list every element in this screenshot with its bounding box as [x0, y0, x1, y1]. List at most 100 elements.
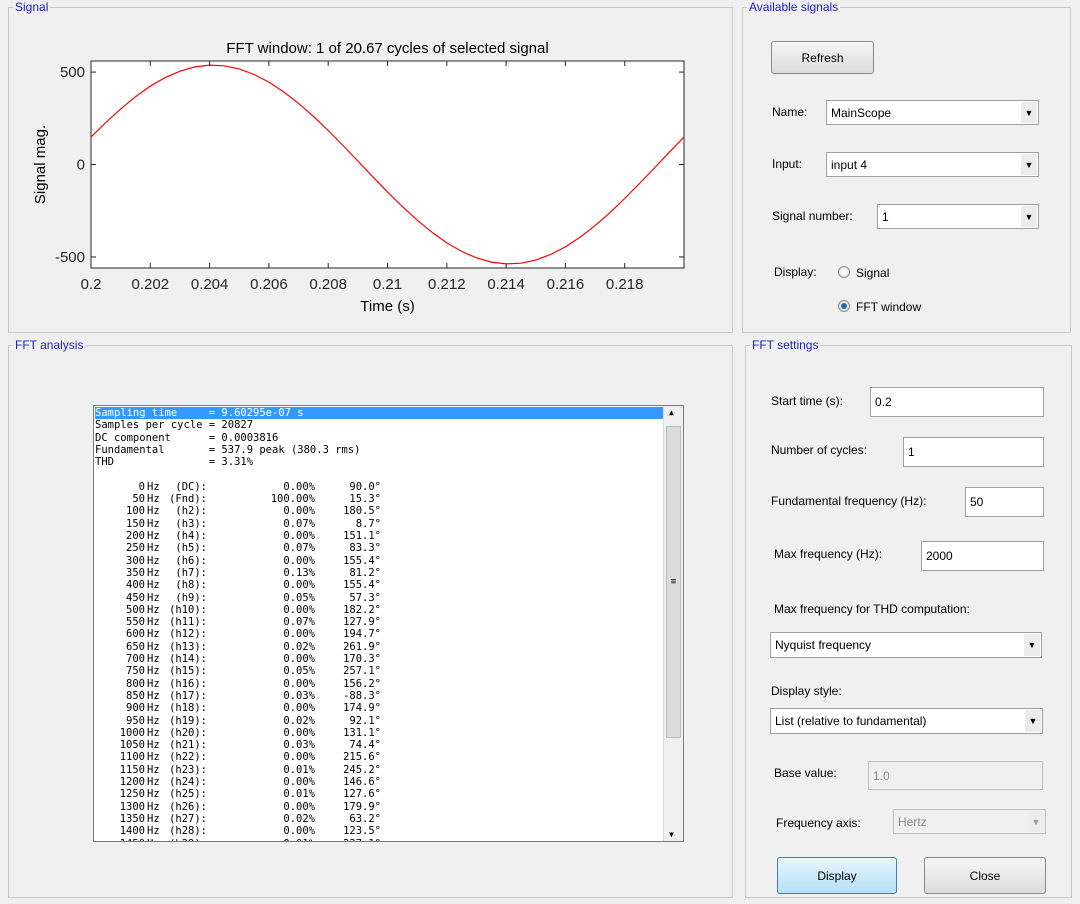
harmonic-unit: Hz [147, 726, 160, 739]
display-style-select[interactable]: List (relative to fundamental) ▼ [770, 708, 1043, 734]
header-line[interactable]: Sampling time = 9.60295e-07 s [95, 407, 663, 420]
harmonic-magnitude: 0.00% [283, 800, 315, 813]
harmonic-row[interactable]: 500 Hz (h10): 0.00% 182.2° [95, 604, 663, 616]
fundamental-frequency-input[interactable]: 50 [965, 487, 1044, 517]
harmonic-row[interactable]: 0 Hz (DC): 0.00% 90.0° [95, 481, 663, 493]
chevron-down-icon[interactable]: ▼ [1028, 811, 1044, 832]
signal-chart: FFT window: 1 of 20.67 cycles of selecte… [32, 40, 685, 315]
scroll-thumb[interactable]: ≡ [666, 426, 681, 738]
harmonic-row[interactable]: 300 Hz (h6): 0.00% 155.4° [95, 555, 663, 567]
harmonic-row[interactable]: 700 Hz (h14): 0.00% 170.3° [95, 653, 663, 665]
x-tick-label: 0.218 [606, 276, 644, 293]
harmonic-order: (h29): [165, 838, 207, 842]
x-tick-label: 0.21 [373, 276, 402, 293]
harmonic-row[interactable]: 350 Hz (h7): 0.13% 81.2° [95, 567, 663, 579]
harmonic-unit: Hz [147, 788, 160, 801]
harmonic-unit: Hz [147, 838, 167, 842]
harmonic-freq: 250 [126, 542, 145, 555]
close-button[interactable]: Close [924, 857, 1046, 894]
harmonic-freq: 150 [126, 517, 145, 530]
harmonic-freq: 350 [126, 566, 145, 579]
harmonic-row[interactable]: 50 Hz (Fnd): 100.00% 15.3° [95, 493, 663, 505]
harmonic-magnitude: 0.03% [283, 739, 315, 752]
radio-signal[interactable] [838, 266, 850, 278]
radio-signal-label[interactable]: Signal [856, 266, 889, 280]
harmonic-row[interactable]: 100 Hz (h2): 0.00% 180.5° [95, 505, 663, 517]
harmonic-row[interactable]: 150 Hz (h3): 0.07% 8.7° [95, 518, 663, 530]
harmonic-magnitude: 0.00% [283, 505, 315, 518]
harmonic-unit: Hz [147, 751, 160, 764]
header-line[interactable]: DC component = 0.0003816 [95, 432, 663, 444]
harmonic-order: (h16): [169, 677, 207, 690]
harmonic-row[interactable]: 900 Hz (h18): 0.00% 174.9° [95, 702, 663, 714]
harmonic-unit: Hz [147, 653, 160, 665]
max-frequency-input[interactable]: 2000 [921, 541, 1044, 571]
harmonic-order: (h7): [175, 566, 207, 579]
input-select[interactable]: input 4 ▼ [826, 152, 1039, 177]
harmonic-freq: 1250 [119, 788, 145, 801]
harmonic-phase: 81.2° [349, 566, 381, 579]
fft-results-listbox[interactable]: Sampling time = 9.60295e-07 s Samples per… [93, 405, 684, 842]
harmonic-magnitude: 0.01% [283, 763, 315, 776]
harmonic-magnitude: 0.13% [283, 566, 315, 579]
harmonic-row[interactable]: 1050 Hz (h21): 0.03% 74.4° [95, 739, 663, 751]
harmonic-row[interactable]: 1350 Hz (h27): 0.02% 63.2° [95, 813, 663, 825]
harmonic-row[interactable]: 450 Hz (h9): 0.05% 57.3° [95, 592, 663, 604]
thd-frequency-select[interactable]: Nyquist frequency ▼ [770, 632, 1042, 658]
harmonic-row[interactable]: 200 Hz (h4): 0.00% 151.1° [95, 530, 663, 542]
harmonic-row[interactable]: 1400 Hz (h28): 0.00% 123.5° [95, 825, 663, 837]
harmonic-unit: Hz [147, 530, 160, 542]
harmonic-row[interactable]: 1250 Hz (h25): 0.01% 127.6° [95, 788, 663, 800]
harmonic-order: (h28): [169, 825, 207, 838]
harmonic-phase: 146.6° [343, 776, 381, 788]
harmonic-row[interactable]: 1200 Hz (h24): 0.00% 146.6° [95, 776, 663, 788]
harmonic-phase: 257.1° [343, 665, 381, 678]
chevron-down-icon[interactable]: ▼ [1021, 102, 1037, 123]
harmonic-row[interactable]: 850 Hz (h17): 0.03% -88.3° [95, 690, 663, 702]
chevron-down-icon[interactable]: ▼ [1021, 206, 1037, 227]
harmonic-magnitude: 0.00% [283, 751, 315, 764]
chevron-down-icon[interactable]: ▼ [1025, 710, 1041, 732]
radio-fft-window[interactable] [838, 300, 850, 312]
header-line[interactable]: THD = 3.31% [95, 456, 663, 468]
signal-number-label: Signal number: [772, 209, 853, 223]
cycles-input[interactable]: 1 [903, 437, 1044, 467]
frequency-axis-select[interactable]: Hertz ▼ [893, 809, 1046, 834]
harmonic-row[interactable]: 950 Hz (h19): 0.02% 92.1° [95, 715, 663, 727]
display-button[interactable]: Display [777, 857, 897, 894]
chevron-down-icon[interactable]: ▼ [1024, 634, 1040, 656]
header-line[interactable]: Fundamental = 537.9 peak (380.3 rms) [95, 444, 663, 456]
header-line[interactable]: Samples per cycle = 20827 [95, 419, 663, 431]
harmonic-row[interactable]: 750 Hz (h15): 0.05% 257.1° [95, 665, 663, 677]
harmonic-row[interactable]: 800 Hz (h16): 0.00% 156.2° [95, 678, 663, 690]
chevron-down-icon[interactable]: ▼ [1021, 154, 1037, 175]
harmonic-row[interactable]: 1300 Hz (h26): 0.00% 179.9° [95, 801, 663, 813]
scroll-down-icon[interactable]: ▼ [669, 830, 674, 839]
start-time-input[interactable]: 0.2 [870, 387, 1044, 417]
harmonic-row[interactable]: 250 Hz (h5): 0.07% 83.3° [95, 542, 663, 554]
harmonic-row[interactable]: 550 Hz (h11): 0.07% 127.9° [95, 616, 663, 628]
scrollbar[interactable]: ▲ ≡ ▼ [663, 406, 683, 841]
harmonic-row[interactable]: 1150 Hz (h23): 0.01% 245.2° [95, 764, 663, 776]
base-value-input[interactable]: 1.0 [868, 761, 1043, 790]
harmonic-magnitude: 0.00% [283, 653, 315, 665]
signal-number-select[interactable]: 1 ▼ [877, 204, 1039, 229]
harmonic-order: (h26): [169, 800, 207, 813]
harmonic-magnitude: 0.00% [283, 677, 315, 690]
harmonic-freq: 550 [126, 616, 145, 629]
harmonic-magnitude: 0.00% [283, 480, 315, 493]
refresh-button[interactable]: Refresh [771, 41, 874, 74]
scroll-up-icon[interactable]: ▲ [669, 408, 674, 417]
harmonic-order: (h10): [169, 603, 207, 616]
radio-fft-window-label[interactable]: FFT window [856, 300, 921, 314]
harmonic-row[interactable]: 1100 Hz (h22): 0.00% 215.6° [95, 751, 663, 763]
harmonic-row[interactable]: 1000 Hz (h20): 0.00% 131.1° [95, 727, 663, 739]
harmonic-row[interactable]: 650 Hz (h13): 0.02% 261.9° [95, 641, 663, 653]
harmonic-freq: 500 [126, 603, 145, 616]
harmonic-magnitude: 0.00% [283, 702, 315, 715]
harmonic-unit: Hz [147, 554, 160, 567]
name-select[interactable]: MainScope ▼ [826, 100, 1039, 125]
harmonic-row[interactable]: 1450Hz(h29): 0.01%237.1° [95, 838, 663, 842]
harmonic-row[interactable]: 600 Hz (h12): 0.00% 194.7° [95, 628, 663, 640]
harmonic-row[interactable]: 400 Hz (h8): 0.00% 155.4° [95, 579, 663, 591]
